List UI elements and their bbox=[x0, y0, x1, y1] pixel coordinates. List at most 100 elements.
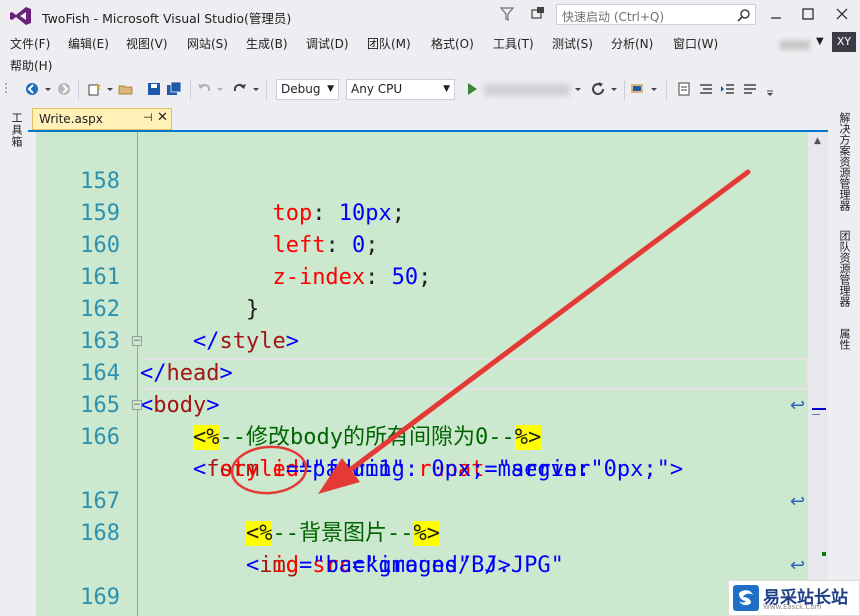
refresh-icon[interactable] bbox=[590, 81, 606, 97]
start-debugging-icon[interactable] bbox=[464, 81, 480, 97]
code-editor[interactable]: 158 top: 10px; 159 left: 0; 160 z-index:… bbox=[36, 132, 808, 616]
chevron-down-icon[interactable] bbox=[252, 81, 260, 97]
toolbar-separator bbox=[190, 80, 191, 100]
toolbar-separator bbox=[666, 80, 667, 100]
scrollbar-change-marker bbox=[812, 414, 820, 415]
word-wrap-icon: ↩ bbox=[790, 555, 806, 576]
toolbar-overflow-icon[interactable] bbox=[766, 81, 774, 97]
menu-window[interactable]: 窗口(W) bbox=[673, 35, 718, 52]
toolbar-separator bbox=[624, 80, 625, 100]
code-line: 164 <body> − bbox=[36, 326, 808, 418]
menu-test[interactable]: 测试(S) bbox=[552, 35, 593, 52]
document-tab-well: Write.aspx ⊣ ✕ bbox=[28, 108, 828, 132]
menu-format[interactable]: 格式(O) bbox=[431, 35, 474, 52]
standard-toolbar: Debug ▼ Any CPU ▼ bbox=[0, 76, 860, 104]
watermark: 易采站长站 Www.Easck.Com bbox=[728, 580, 860, 616]
toolbox-tab[interactable]: 工具箱 bbox=[8, 112, 24, 148]
list-icon[interactable] bbox=[698, 81, 714, 97]
chevron-down-icon: ▼ bbox=[443, 84, 450, 94]
chevron-down-icon[interactable] bbox=[610, 81, 618, 97]
menu-view[interactable]: 视图(V) bbox=[126, 35, 168, 52]
redo-icon[interactable] bbox=[232, 81, 248, 97]
close-tab-icon[interactable]: ✕ bbox=[157, 110, 168, 125]
visual-studio-window: TwoFish - Microsoft Visual Studio(管理员) 快… bbox=[0, 0, 860, 616]
vertical-scrollbar[interactable]: ▲ bbox=[808, 132, 828, 616]
close-icon[interactable] bbox=[834, 6, 850, 22]
pin-icon[interactable]: ⊣ bbox=[143, 111, 153, 124]
team-explorer-tab[interactable]: 团队资源管理器 bbox=[836, 230, 852, 307]
editor-margin bbox=[28, 132, 36, 616]
code-line-wrapped: id="background" /> bbox=[36, 518, 808, 578]
tab-label: Write.aspx bbox=[39, 112, 103, 126]
new-project-icon[interactable] bbox=[86, 81, 102, 97]
code-line: 169 <%--添加整体的div进行吧其中的显示内容 ↩ bbox=[36, 550, 808, 610]
chevron-down-icon[interactable] bbox=[216, 81, 224, 97]
back-icon[interactable] bbox=[24, 81, 40, 97]
menu-website[interactable]: 网站(S) bbox=[187, 35, 228, 52]
menu-help[interactable]: 帮助(H) bbox=[10, 57, 52, 74]
menu-team[interactable]: 团队(M) bbox=[367, 35, 411, 52]
chevron-down-icon[interactable] bbox=[574, 81, 582, 97]
solution-configuration-select[interactable]: Debug ▼ bbox=[276, 79, 339, 100]
chevron-down-icon[interactable]: ▼ bbox=[816, 36, 824, 47]
menu-analyze[interactable]: 分析(N) bbox=[611, 35, 653, 52]
word-wrap-icon: ↩ bbox=[790, 395, 806, 416]
chevron-down-icon[interactable] bbox=[650, 81, 658, 97]
solution-platform-value: Any CPU bbox=[351, 82, 403, 96]
watermark-logo-icon bbox=[733, 585, 759, 611]
scrollbar-caret-marker bbox=[812, 408, 826, 410]
open-file-icon[interactable] bbox=[118, 81, 134, 97]
scroll-up-icon[interactable]: ▲ bbox=[814, 136, 821, 146]
browser-link-icon[interactable] bbox=[630, 81, 646, 97]
filter-icon[interactable] bbox=[500, 6, 514, 22]
minimize-icon[interactable] bbox=[768, 6, 784, 22]
code-line: 165 <%--修改body的所有间隙为0--%> bbox=[36, 358, 808, 450]
code-line: 168 <img src="images/BJ.JPG" ↩ bbox=[36, 486, 808, 578]
save-icon[interactable] bbox=[146, 81, 162, 97]
menu-debug[interactable]: 调试(D) bbox=[306, 35, 349, 52]
menu-edit[interactable]: 编辑(E) bbox=[68, 35, 109, 52]
code-line: 162 </style> bbox=[36, 262, 808, 354]
menu-bar: 文件(F) 编辑(E) 视图(V) 网站(S) 生成(B) 调试(D) 团队(M… bbox=[0, 32, 860, 74]
toolbar-separator bbox=[78, 80, 79, 100]
undo-icon[interactable] bbox=[196, 81, 212, 97]
code-line: 161 } bbox=[36, 230, 808, 322]
solution-explorer-tab[interactable]: 解决方案资源管理器 bbox=[836, 112, 852, 211]
feedback-icon[interactable] bbox=[530, 6, 546, 22]
comment-icon[interactable] bbox=[742, 81, 758, 97]
indent-icon[interactable] bbox=[720, 81, 736, 97]
toolbar-grip-icon[interactable] bbox=[4, 81, 10, 97]
scrollbar-change-marker bbox=[822, 552, 826, 556]
right-tool-window-strip: 解决方案资源管理器 团队资源管理器 属性 bbox=[828, 106, 860, 616]
properties-tab[interactable]: 属性 bbox=[836, 328, 852, 350]
code-line: 158 top: 10px; bbox=[36, 134, 808, 226]
user-avatar[interactable]: XY bbox=[832, 32, 856, 52]
code-line: 163 </head> bbox=[36, 294, 808, 386]
user-name-blurred bbox=[780, 40, 810, 50]
search-icon[interactable] bbox=[737, 8, 751, 22]
left-tool-window-strip: 工具箱 bbox=[0, 106, 28, 616]
collapse-toggle-icon[interactable]: − bbox=[132, 400, 142, 410]
solution-configuration-value: Debug bbox=[281, 82, 321, 96]
chevron-down-icon[interactable] bbox=[106, 81, 114, 97]
save-all-icon[interactable] bbox=[166, 81, 182, 97]
maximize-icon[interactable] bbox=[800, 6, 816, 22]
toolbar-separator bbox=[266, 80, 267, 100]
visual-studio-logo-icon bbox=[10, 7, 31, 25]
chevron-down-icon[interactable] bbox=[44, 81, 52, 97]
menu-file[interactable]: 文件(F) bbox=[10, 35, 50, 52]
code-line: 166 <form id="form1" runat="server" − ↩ bbox=[36, 390, 808, 482]
window-title: TwoFish - Microsoft Visual Studio(管理员) bbox=[42, 11, 292, 26]
quick-launch-input[interactable]: 快速启动 (Ctrl+Q) bbox=[556, 4, 756, 25]
document-icon[interactable] bbox=[676, 81, 692, 97]
collapse-toggle-icon[interactable]: − bbox=[132, 336, 142, 346]
forward-icon[interactable] bbox=[56, 81, 72, 97]
watermark-subtext: Www.Easck.Com bbox=[763, 603, 822, 611]
menu-build[interactable]: 生成(B) bbox=[246, 35, 288, 52]
code-line-wrapped: 包裹住--%> bbox=[36, 582, 808, 614]
tab-write-aspx[interactable]: Write.aspx ⊣ ✕ bbox=[32, 108, 172, 130]
title-bar: TwoFish - Microsoft Visual Studio(管理员) 快… bbox=[0, 0, 860, 32]
menu-tools[interactable]: 工具(T) bbox=[493, 35, 534, 52]
solution-platform-select[interactable]: Any CPU ▼ bbox=[346, 79, 455, 100]
code-line: 160 z-index: 50; bbox=[36, 198, 808, 290]
